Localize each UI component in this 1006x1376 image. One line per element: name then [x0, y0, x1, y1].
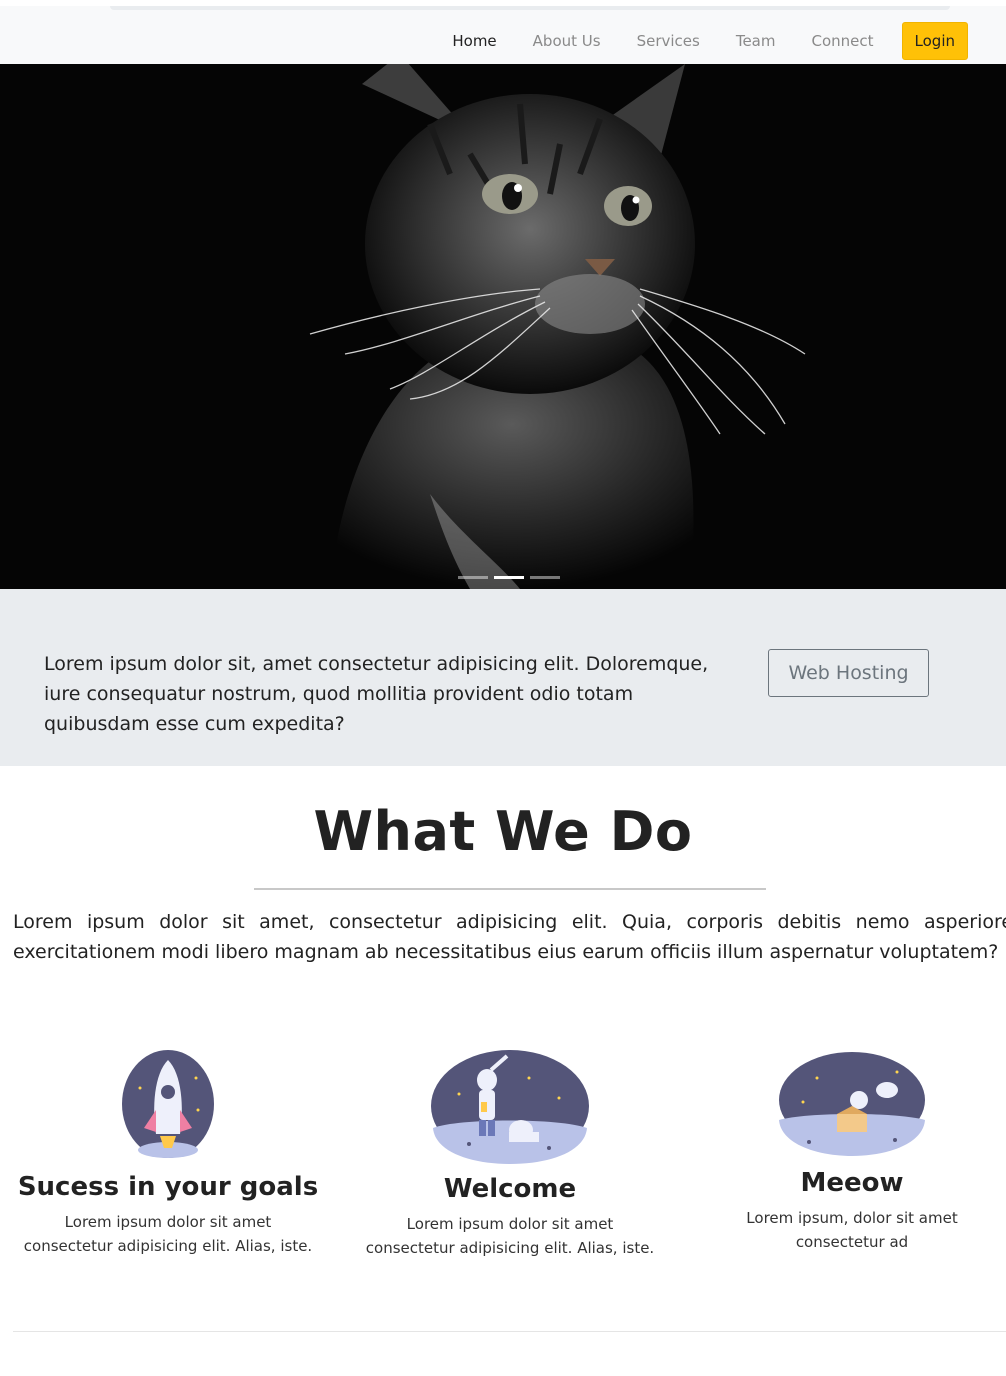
carousel-indicator-3[interactable] — [530, 576, 560, 579]
nav-menu: Home About Us Services Team Connect Logi… — [434, 22, 968, 60]
card-text-line1: Lorem ipsum dolor sit amet — [64, 1213, 272, 1231]
what-we-do-title: What We Do — [313, 800, 693, 863]
rocket-illustration-icon — [122, 1050, 214, 1158]
promo-text: Lorem ipsum dolor sit, amet consectetur … — [44, 653, 709, 735]
nav-link-team[interactable]: Team — [718, 22, 794, 60]
card-text-line1: Lorem ipsum dolor sit amet — [406, 1215, 614, 1233]
promo-banner: Lorem ipsum dolor sit, amet consectetur … — [0, 589, 1006, 766]
card-text-line1: Lorem ipsum, dolor sit amet — [746, 1209, 958, 1227]
nav-link-home[interactable]: Home — [434, 22, 514, 60]
astronaut-illustration-icon — [431, 1050, 589, 1164]
card-text-line2: consectetur adipisicing elit. Alias, ist… — [23, 1237, 313, 1255]
card-title: Sucess in your goals — [17, 1172, 319, 1202]
title-divider — [254, 888, 766, 890]
feature-card-3: Meeow Lorem ipsum, dolor sit amet consec… — [697, 1048, 1006, 1254]
card-text-line2: consectetur adipisicing elit. Alias, ist… — [365, 1239, 655, 1257]
web-hosting-button[interactable]: Web Hosting — [768, 649, 929, 697]
space-cat-illustration-icon — [779, 1052, 925, 1156]
carousel-indicator-1[interactable] — [458, 576, 488, 579]
card-text-line2: consectetur ad — [795, 1233, 909, 1251]
navbar: Home About Us Services Team Connect Logi… — [0, 0, 1006, 64]
browser-top-edge — [110, 6, 950, 10]
feature-card-1: Sucess in your goals Lorem ipsum dolor s… — [13, 1048, 323, 1258]
hero-carousel — [0, 64, 1006, 589]
footer-divider — [13, 1331, 1006, 1332]
card-title: Welcome — [443, 1174, 577, 1204]
card-title: Meeow — [800, 1168, 904, 1198]
nav-link-services[interactable]: Services — [619, 22, 718, 60]
login-button[interactable]: Login — [901, 22, 968, 60]
feature-card-2: Welcome Lorem ipsum dolor sit amet conse… — [355, 1048, 665, 1260]
nav-link-about-us[interactable]: About Us — [515, 22, 619, 60]
nav-link-connect[interactable]: Connect — [794, 22, 892, 60]
cat-photo — [0, 64, 1006, 589]
what-we-do-body: Lorem ipsum dolor sit amet, consectetur … — [13, 911, 1006, 963]
carousel-indicators — [458, 576, 560, 579]
carousel-indicator-2[interactable] — [494, 576, 524, 579]
